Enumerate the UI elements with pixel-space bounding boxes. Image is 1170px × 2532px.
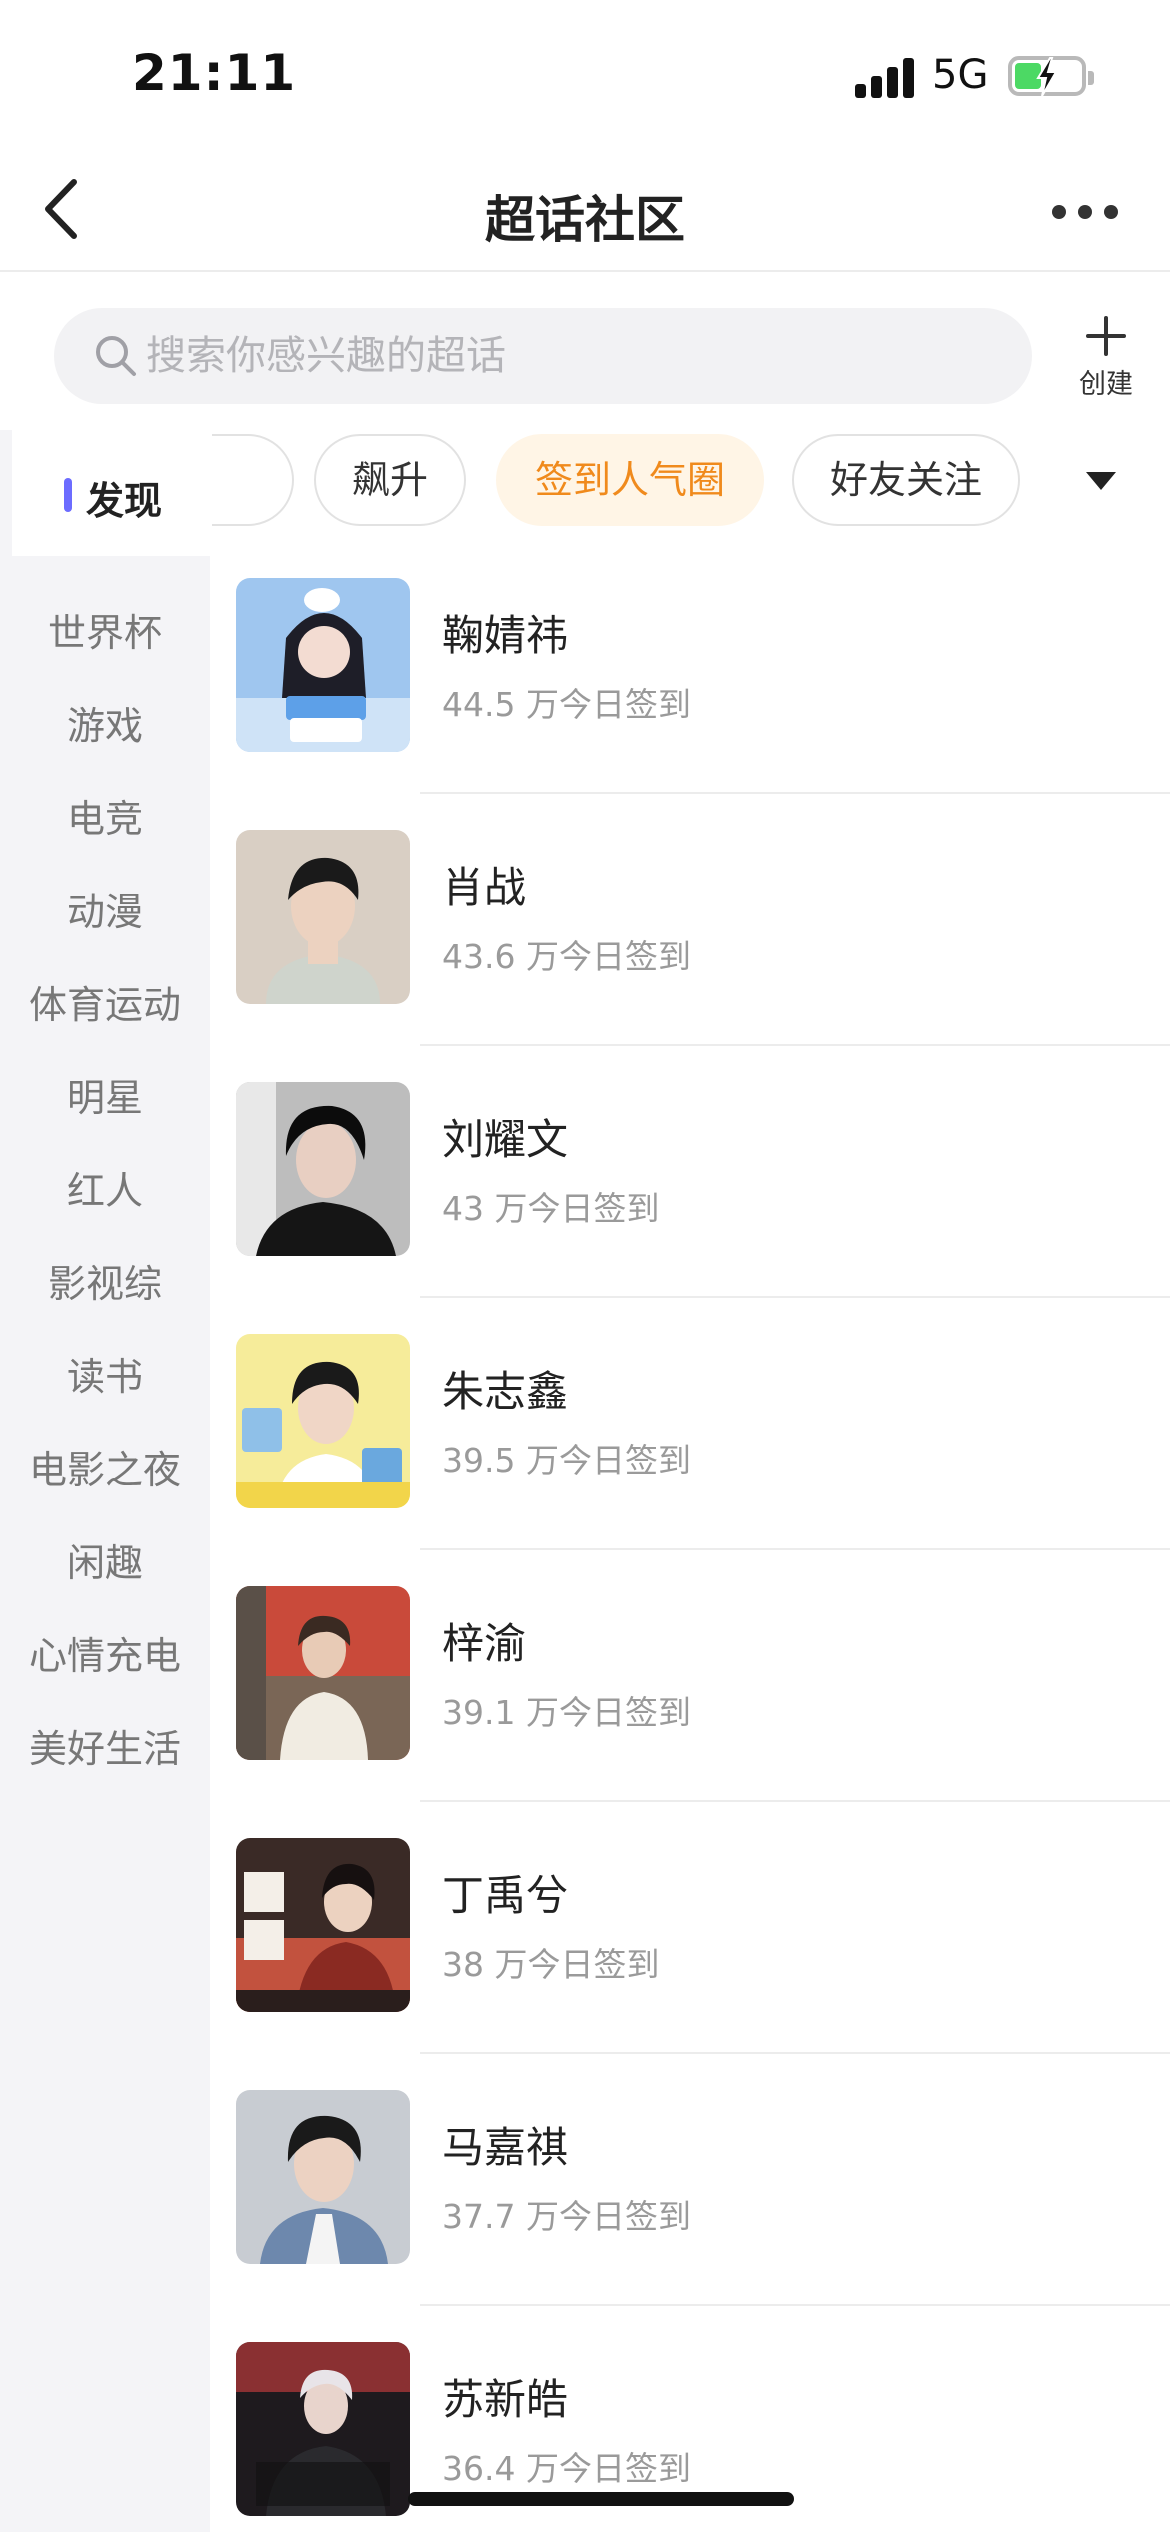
checkin-count: 36.4 万今日签到: [442, 2449, 691, 2488]
topic-name: 马嘉祺: [442, 2123, 569, 2172]
list-item[interactable]: 肖战 43.6 万今日签到: [210, 812, 1170, 1064]
checkin-count: 38 万今日签到: [442, 1945, 660, 1984]
topic-name: 丁禹兮: [442, 1871, 569, 1920]
topic-thumbnail: [236, 1334, 410, 1508]
tab-partial[interactable]: [212, 434, 294, 526]
list-item[interactable]: 马嘉祺 37.7 万今日签到: [210, 2072, 1170, 2324]
topic-name: 朱志鑫: [442, 1367, 569, 1416]
tab-rising[interactable]: 飙升: [314, 434, 466, 526]
topic-thumbnail: [236, 578, 410, 752]
sidebar-item-discover[interactable]: 发现: [12, 430, 240, 556]
page-title: 超话社区: [485, 191, 685, 249]
topic-thumbnail: [236, 1082, 410, 1256]
sidebar-item[interactable]: 影视综: [0, 1253, 210, 1308]
divider: [420, 1548, 1170, 1550]
sidebar-item[interactable]: 红人: [0, 1160, 210, 1215]
plus-icon: [1086, 316, 1126, 356]
category-sidebar: 发现 世界杯 游戏 电竞 动漫 体育运动 明星 红人 影视综 读书 电影之夜 闲…: [0, 430, 240, 2532]
list-item[interactable]: 丁禹兮 38 万今日签到: [210, 1820, 1170, 2072]
sidebar-item[interactable]: 体育运动: [0, 974, 210, 1029]
divider: [420, 2304, 1170, 2306]
topic-thumbnail: [236, 2090, 410, 2264]
sidebar-item[interactable]: 电竞: [0, 788, 210, 843]
sidebar-item[interactable]: 明星: [0, 1067, 210, 1122]
divider: [420, 792, 1170, 794]
sidebar-item[interactable]: 闲趣: [0, 1532, 210, 1587]
more-dots-icon: [1052, 205, 1066, 219]
more-button[interactable]: [1052, 180, 1132, 240]
topic-thumbnail: [236, 1838, 410, 2012]
sidebar-item[interactable]: 动漫: [0, 881, 210, 936]
topic-thumbnail: [236, 2342, 410, 2516]
list-item[interactable]: 鞠婧祎 44.5 万今日签到: [210, 560, 1170, 812]
checkin-count: 43.6 万今日签到: [442, 937, 691, 976]
network-type: 5G: [932, 52, 989, 98]
sidebar-item-label: 发现: [86, 479, 163, 523]
status-bar: 21:11 5G: [0, 0, 1170, 150]
topic-name: 肖战: [442, 863, 527, 912]
topic-name: 梓渝: [442, 1619, 527, 1668]
checkin-count: 37.7 万今日签到: [442, 2197, 691, 2236]
sidebar-item[interactable]: 世界杯: [0, 602, 210, 657]
search-icon: [96, 336, 136, 376]
checkin-count: 39.1 万今日签到: [442, 1693, 691, 1732]
list-item[interactable]: 梓渝 39.1 万今日签到: [210, 1568, 1170, 1820]
checkin-count: 39.5 万今日签到: [442, 1441, 691, 1480]
tab-strip: 飙升 签到人气圈 好友关注: [212, 430, 1170, 530]
checkin-count: 43 万今日签到: [442, 1189, 660, 1228]
sidebar-item[interactable]: 游戏: [0, 695, 210, 750]
topic-thumbnail: [236, 830, 410, 1004]
search-box[interactable]: [54, 308, 1032, 404]
topic-name: 刘耀文: [442, 1115, 569, 1164]
sidebar-item[interactable]: 读书: [0, 1346, 210, 1401]
battery-charging-icon: [1008, 56, 1094, 97]
tab-checkin-popular[interactable]: 签到人气圈: [496, 434, 764, 526]
topic-name: 鞠婧祎: [442, 611, 569, 660]
home-indicator: [408, 2492, 794, 2506]
sidebar-item[interactable]: 美好生活: [0, 1718, 210, 1773]
create-label: 创建: [1079, 369, 1133, 400]
list-item[interactable]: 朱志鑫 39.5 万今日签到: [210, 1316, 1170, 1568]
status-time: 21:11: [132, 44, 297, 102]
sidebar-item[interactable]: 电影之夜: [0, 1439, 210, 1494]
cellular-signal-icon: [855, 58, 917, 98]
divider: [420, 1044, 1170, 1046]
search-input[interactable]: [146, 308, 1006, 404]
divider: [420, 1800, 1170, 1802]
active-indicator: [64, 478, 72, 512]
divider: [420, 2052, 1170, 2054]
create-button[interactable]: 创建: [1066, 312, 1146, 402]
tab-friends-follow[interactable]: 好友关注: [792, 434, 1020, 526]
checkin-count: 44.5 万今日签到: [442, 685, 691, 724]
sidebar-item[interactable]: 心情充电: [0, 1625, 210, 1680]
nav-bar: 超话社区: [0, 150, 1170, 272]
divider: [420, 1296, 1170, 1298]
topic-name: 苏新皓: [442, 2375, 569, 2424]
topic-thumbnail: [236, 1586, 410, 1760]
list-item[interactable]: 刘耀文 43 万今日签到: [210, 1064, 1170, 1316]
triangle-down-icon[interactable]: [1086, 472, 1116, 492]
